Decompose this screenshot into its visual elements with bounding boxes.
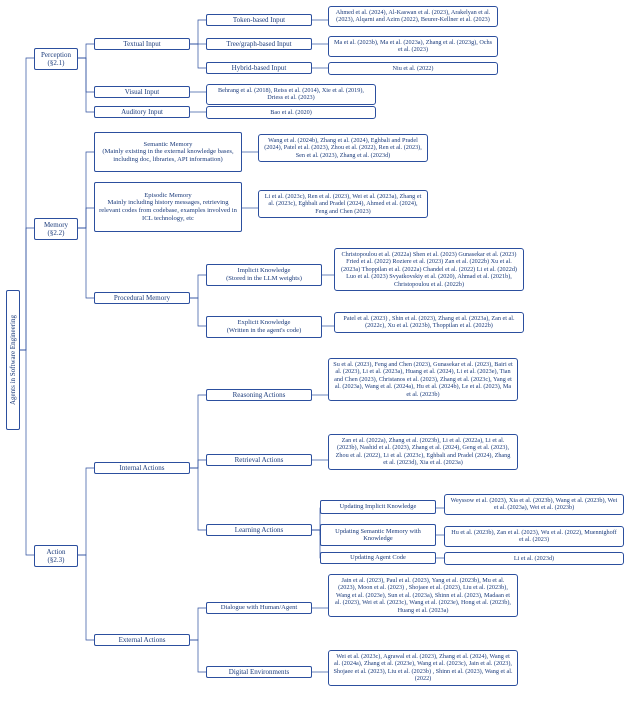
node-auditory-input: Auditory Input [94, 106, 190, 118]
text: Weyssow et al. (2023), Xia et al. (2023b… [451, 497, 618, 511]
label: Perception (§2.1) [41, 51, 71, 67]
text: Behrang et al. (2018), Reiss et al. (201… [218, 87, 364, 101]
text: Li et al. (2023d) [514, 555, 554, 562]
text: Bao et al. (2020) [270, 109, 312, 116]
refs-upd-implicit: Weyssow et al. (2023), Xia et al. (2023b… [444, 494, 624, 515]
label: Memory (§2.2) [44, 221, 68, 237]
text: Patel et al. (2023) , Shin et al. (2023)… [343, 315, 514, 329]
node-memory: Memory (§2.2) [34, 218, 78, 240]
text: Christopoulou et al. (2022a) Shen et al.… [341, 251, 517, 288]
node-action: Action (§2.3) [34, 545, 78, 567]
label: Hybrid-based Input [232, 64, 287, 72]
node-digital: Digital Environments [206, 666, 312, 678]
refs-explicit: Patel et al. (2023) , Shin et al. (2023)… [334, 312, 524, 333]
node-textual-input: Textual Input [94, 38, 190, 50]
label: Learning Actions [235, 526, 283, 534]
node-learning: Learning Actions [206, 524, 312, 536]
node-retrieval: Retrieval Actions [206, 454, 312, 466]
node-implicit-knowledge: Implicit Knowledge (Stored in the LLM we… [206, 264, 322, 286]
node-perception: Perception (§2.1) [34, 48, 78, 70]
refs-digital: Wei et al. (2023c), Agrawal et al. (2023… [328, 650, 518, 686]
label: Updating Implicit Knowledge [340, 503, 417, 510]
label: Auditory Input [121, 108, 163, 116]
label: Reasoning Actions [233, 391, 286, 399]
node-external-actions: External Actions [94, 634, 190, 646]
label: Token-based Input [233, 16, 285, 24]
node-episodic-memory: Episodic Memory Mainly including history… [94, 182, 242, 232]
label: Textual Input [123, 40, 160, 48]
node-procedural-memory: Procedural Memory [94, 292, 190, 304]
label: Procedural Memory [114, 294, 170, 302]
label: Updating Semantic Memory with Knowledge [324, 528, 432, 543]
text: Ma et al. (2023b), Ma et al. (2023a), Zh… [334, 39, 492, 53]
text: Jain et al. (2023), Paul et al. (2023), … [335, 577, 511, 614]
node-dialogue: Dialogue with Human/Agent [206, 602, 312, 614]
refs-dialogue: Jain et al. (2023), Paul et al. (2023), … [328, 574, 518, 617]
text: Wei et al. (2023c), Agrawal et al. (2023… [333, 653, 512, 682]
text: Su et al. (2023), Feng and Chen (2023), … [333, 361, 512, 398]
label: Implicit Knowledge (Stored in the LLM we… [226, 267, 302, 282]
node-tree-input: Tree/graph-based Input [206, 38, 312, 50]
text: Niu et al. (2022) [393, 65, 434, 72]
label: External Actions [119, 636, 166, 644]
text: Zan et al. (2022a), Zhang et al. (2023b)… [336, 437, 511, 466]
label: Retrieval Actions [235, 456, 284, 464]
root-label: Agents in Software Engineering [9, 315, 17, 405]
node-explicit-knowledge: Explicit Knowledge (Written in the agent… [206, 316, 322, 338]
refs-retrieval: Zan et al. (2022a), Zhang et al. (2023b)… [328, 434, 518, 470]
node-upd-semantic: Updating Semantic Memory with Knowledge [320, 524, 436, 546]
node-upd-agent: Updating Agent Code [320, 552, 436, 564]
label: Visual Input [125, 88, 159, 96]
node-token-input: Token-based Input [206, 14, 312, 26]
refs-episodic: Li et al. (2023c), Ren et al. (2023), We… [258, 190, 428, 218]
label: Episodic Memory Mainly including history… [98, 192, 238, 222]
label: Explicit Knowledge (Written in the agent… [227, 319, 302, 334]
label: Tree/graph-based Input [226, 40, 291, 48]
node-hybrid-input: Hybrid-based Input [206, 62, 312, 74]
refs-upd-agent: Li et al. (2023d) [444, 552, 624, 565]
refs-hybrid: Niu et al. (2022) [328, 62, 498, 75]
refs-tree: Ma et al. (2023b), Ma et al. (2023a), Zh… [328, 36, 498, 57]
refs-visual: Behrang et al. (2018), Reiss et al. (201… [206, 84, 376, 105]
refs-implicit: Christopoulou et al. (2022a) Shen et al.… [334, 248, 524, 291]
label: Internal Actions [120, 464, 165, 472]
node-reasoning: Reasoning Actions [206, 389, 312, 401]
refs-upd-semantic: Hu et al. (2023b), Zan et al. (2023), Wu… [444, 526, 624, 547]
label: Dialogue with Human/Agent [221, 604, 298, 612]
text: Li et al. (2023c), Ren et al. (2023), We… [265, 193, 422, 215]
refs-auditory: Bao et al. (2020) [206, 106, 376, 119]
text: Wang et al. (2024b), Zhang et al. (2024)… [264, 137, 422, 159]
label: Digital Environments [229, 668, 289, 676]
label: Updating Agent Code [350, 554, 406, 561]
refs-reasoning: Su et al. (2023), Feng and Chen (2023), … [328, 358, 518, 401]
refs-token: Ahmed et al. (2024), Al-Kaswan et al. (2… [328, 6, 498, 27]
node-semantic-memory: Semantic Memory (Mainly existing in the … [94, 132, 242, 172]
refs-semantic: Wang et al. (2024b), Zhang et al. (2024)… [258, 134, 428, 162]
text: Hu et al. (2023b), Zan et al. (2023), Wu… [451, 529, 617, 543]
label: Semantic Memory (Mainly existing in the … [98, 141, 238, 164]
node-visual-input: Visual Input [94, 86, 190, 98]
node-upd-implicit: Updating Implicit Knowledge [320, 500, 436, 514]
text: Ahmed et al. (2024), Al-Kaswan et al. (2… [336, 9, 490, 23]
node-internal-actions: Internal Actions [94, 462, 190, 474]
root-node: Agents in Software Engineering [6, 290, 20, 430]
label: Action (§2.3) [46, 548, 65, 564]
